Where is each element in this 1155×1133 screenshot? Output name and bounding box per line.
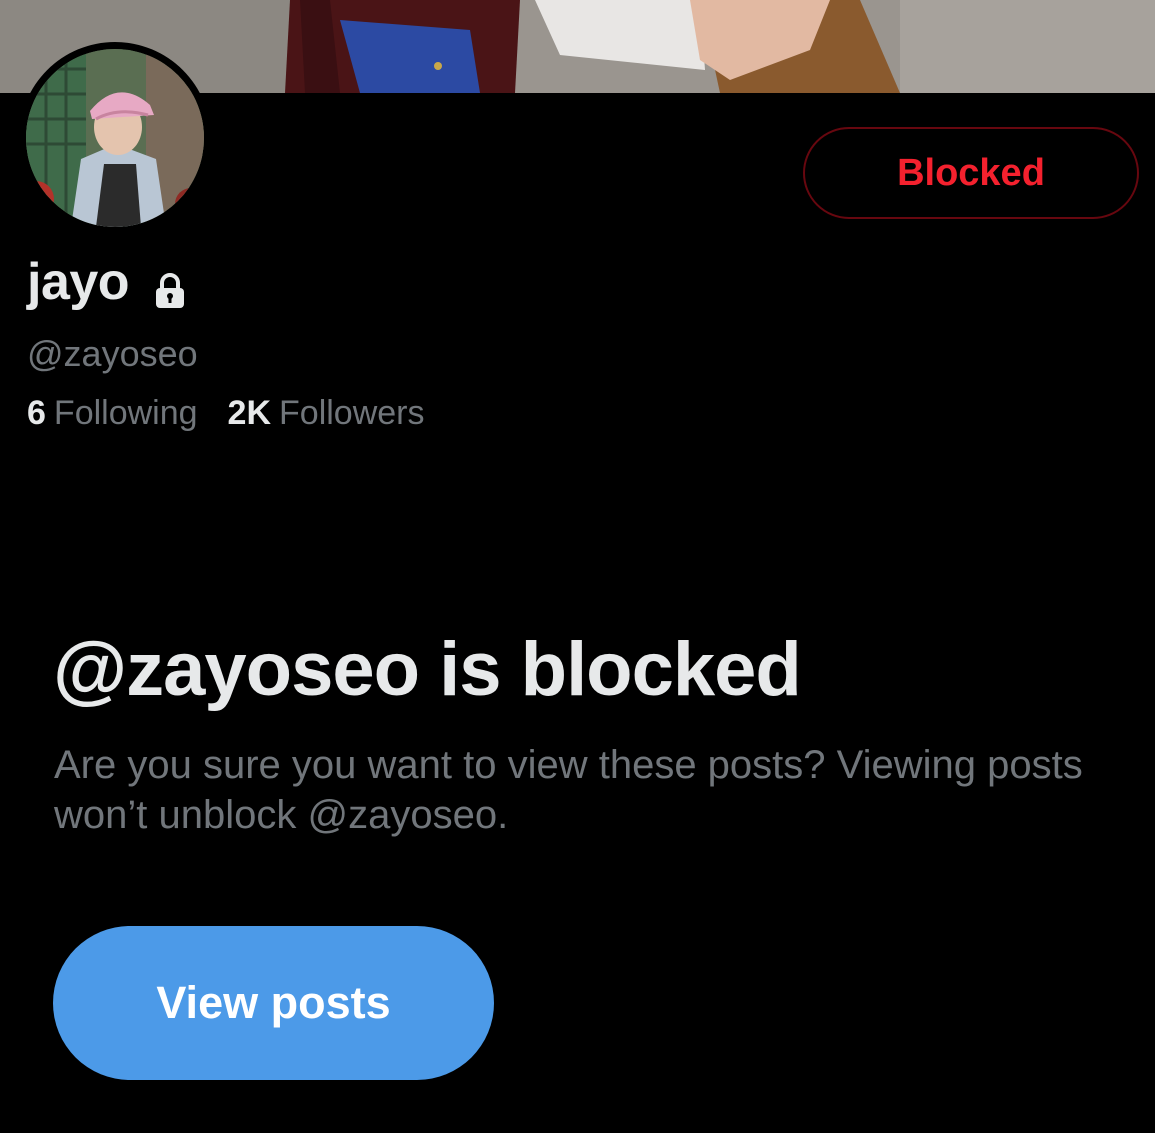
view-posts-button[interactable]: View posts [53, 926, 494, 1080]
view-posts-label: View posts [156, 977, 391, 1028]
following-label: Following [53, 394, 198, 432]
blocked-notice-description: Are you sure you want to view these post… [54, 743, 1083, 837]
display-name: jayo [27, 252, 187, 312]
following-link[interactable]: 6 Following [27, 394, 198, 433]
profile-stats: 6 Following 2K Followers [27, 394, 425, 433]
avatar[interactable] [19, 42, 211, 234]
following-count: 6 [27, 394, 46, 432]
followers-label: Followers [279, 394, 425, 432]
lock-icon [153, 263, 187, 308]
followers-count: 2K [227, 394, 272, 432]
avatar-photo [26, 49, 204, 227]
followers-link[interactable]: 2K Followers [228, 394, 425, 433]
blocked-notice-title: @zayoseo is blocked [53, 627, 802, 712]
display-name-text: jayo [27, 253, 130, 311]
blocked-button-label: Blocked [897, 151, 1045, 194]
blocked-button[interactable]: Blocked [803, 127, 1139, 219]
profile-handle: @zayoseo [27, 333, 198, 374]
